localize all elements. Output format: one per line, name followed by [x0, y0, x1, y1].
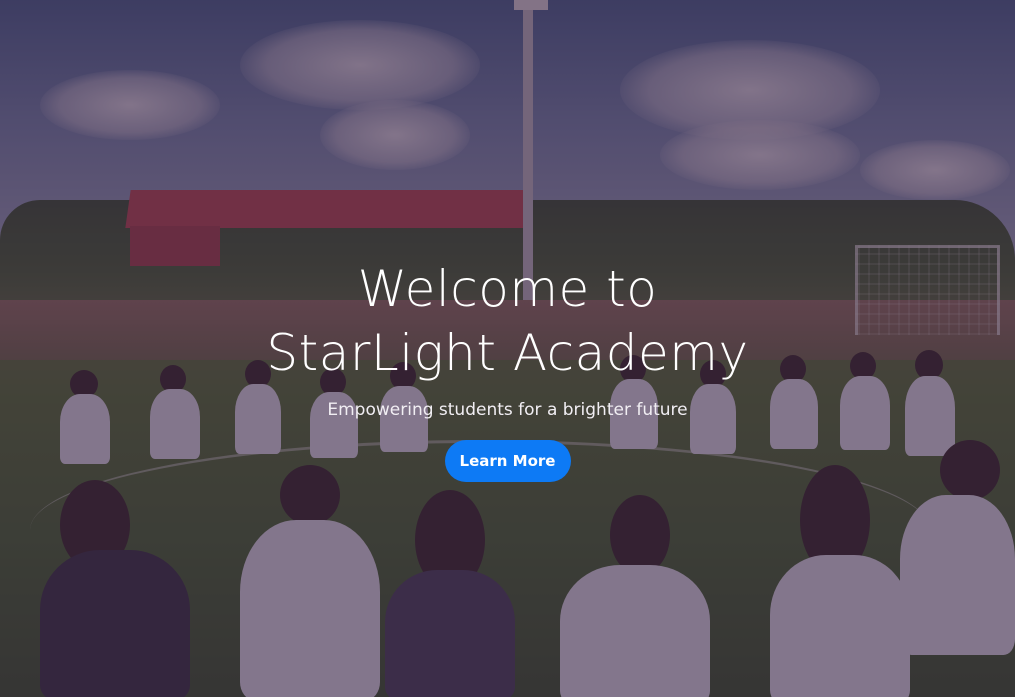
hero-title-line-1: Welcome to	[357, 260, 658, 318]
hero-content: Welcome to StarLight Academy Empowering …	[0, 0, 1015, 697]
hero-title-line-2: StarLight Academy	[266, 324, 749, 382]
hero-title: Welcome to StarLight Academy	[266, 257, 748, 385]
hero-subtitle: Empowering students for a brighter futur…	[327, 400, 688, 420]
learn-more-button[interactable]: Learn More	[444, 440, 571, 482]
hero-section: Welcome to StarLight Academy Empowering …	[0, 0, 1015, 697]
